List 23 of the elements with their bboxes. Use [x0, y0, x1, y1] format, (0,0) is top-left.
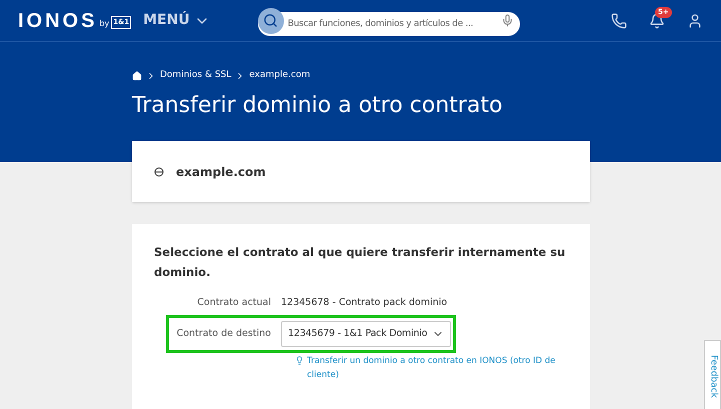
- field-label: Contrato de destino: [176, 327, 272, 342]
- menu-button[interactable]: MENÚ: [143, 10, 210, 31]
- home-icon[interactable]: [132, 70, 142, 81]
- bell-icon[interactable]: [649, 12, 665, 28]
- breadcrumb-link[interactable]: example.com: [249, 69, 310, 82]
- logo[interactable]: IONOS: [18, 6, 98, 36]
- user-icon[interactable]: [687, 12, 703, 28]
- page-title: Transferir dominio a otro contrato: [132, 92, 504, 120]
- field-value: 12345678 - Contrato pack dominio: [281, 296, 448, 310]
- microphone-icon[interactable]: [500, 14, 514, 26]
- contract-dropdown[interactable]: 12345679 - 1&1 Pack Dominio: [281, 321, 451, 348]
- search-field[interactable]: Buscar funciones, dominios y artículos de ...: [258, 12, 520, 36]
- lightbulb-icon: [295, 356, 304, 366]
- domain-name: example.com: [176, 164, 266, 180]
- phone-icon[interactable]: [611, 12, 627, 28]
- help-link[interactable]: Transferir un dominio a otro contrato en IONOS (otro ID de cliente): [307, 354, 585, 382]
- globe-icon: [154, 166, 164, 176]
- form-heading: Seleccione el contrato al que quiere transferir internamente su dominio.: [154, 244, 566, 281]
- logo-by: by: [99, 18, 110, 30]
- field-label: Contrato actual: [196, 296, 272, 310]
- search-icon[interactable]: [258, 8, 284, 34]
- feedback-tab[interactable]: Feedback: [704, 340, 721, 409]
- breadcrumb-link[interactable]: Dominios & SSL: [160, 69, 232, 82]
